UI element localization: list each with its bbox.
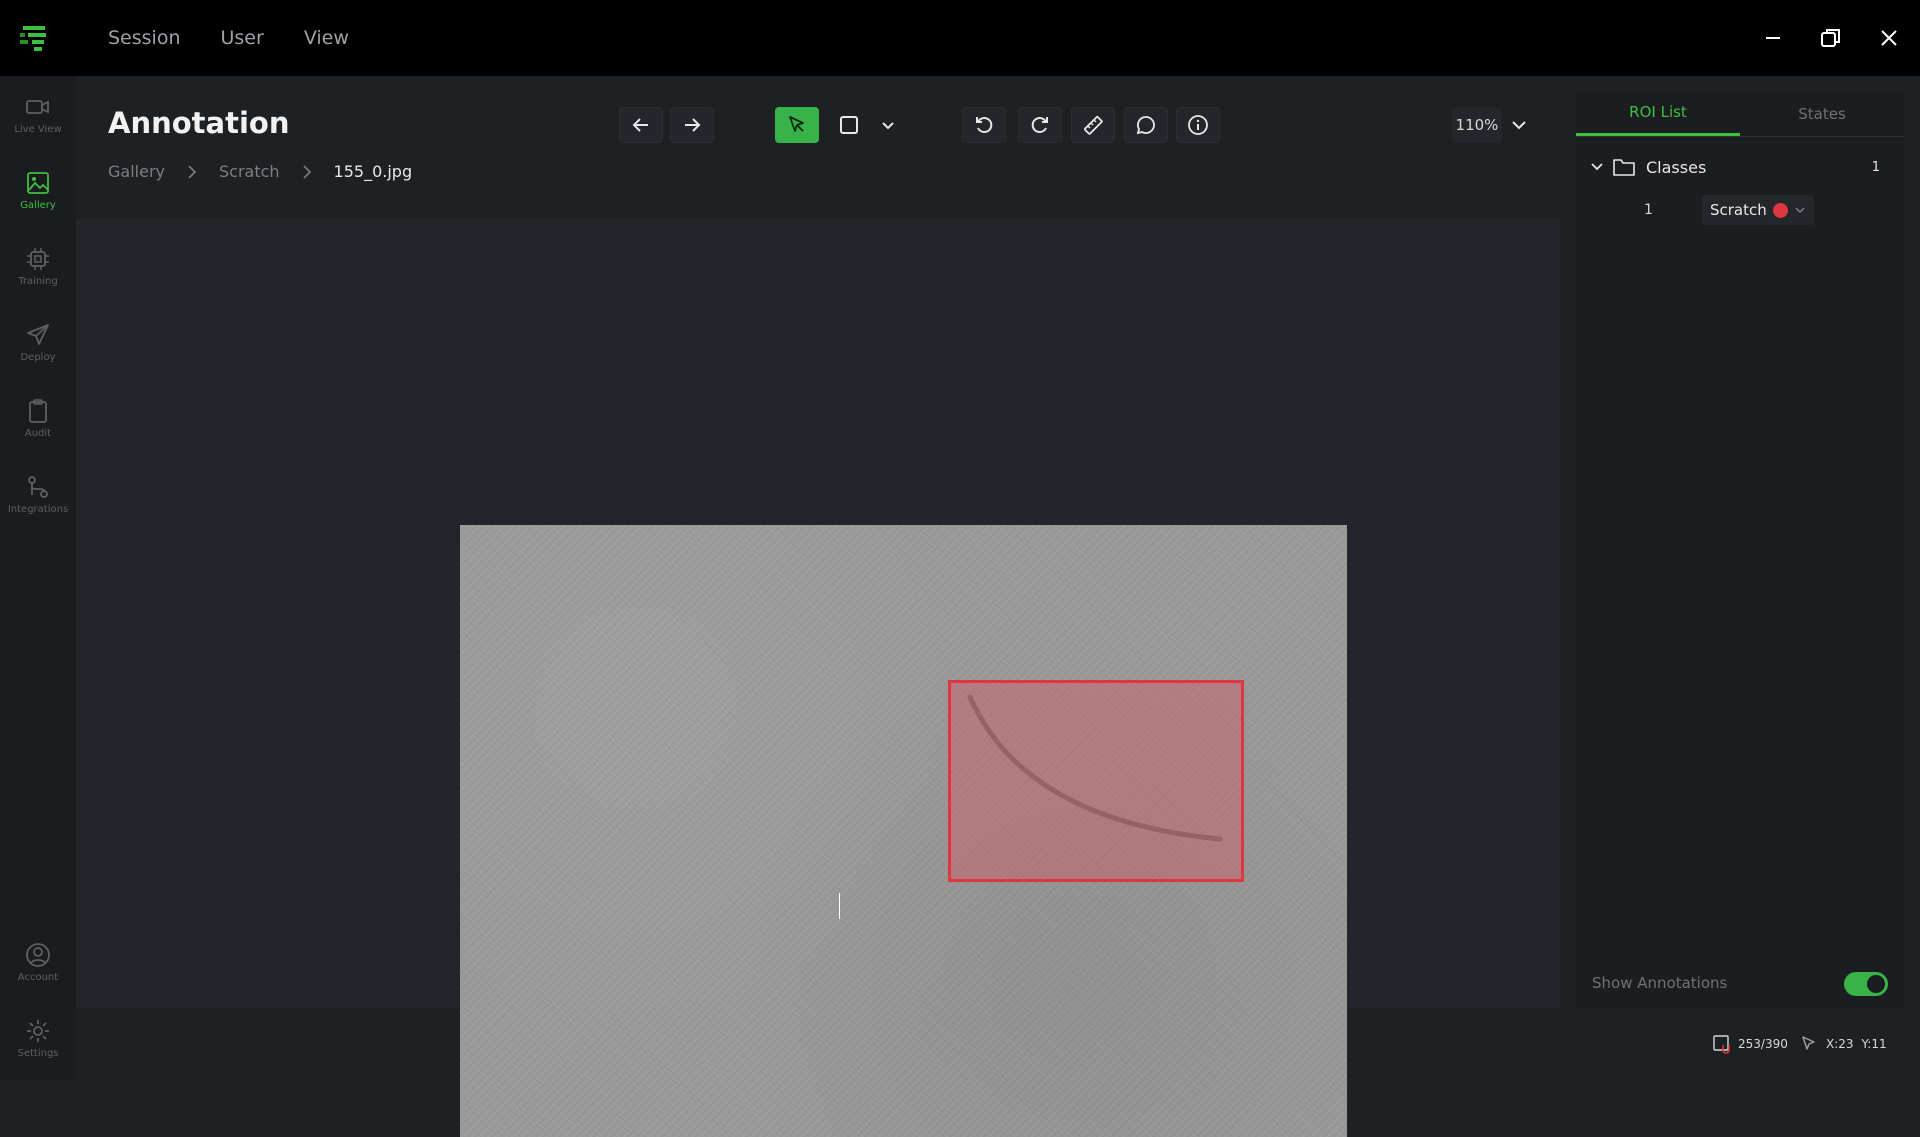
- ruler-icon: [1084, 116, 1103, 135]
- image-icon: [27, 172, 49, 194]
- video-camera-icon: [26, 100, 49, 114]
- arrow-right-icon: [685, 118, 701, 132]
- roi-bounding-box[interactable]: [948, 680, 1244, 882]
- comment-icon: [1136, 116, 1155, 135]
- roi-class-select[interactable]: Scratch: [1702, 195, 1814, 225]
- zoom-dropdown[interactable]: [1504, 107, 1534, 143]
- sidebar-item-label: Live View: [14, 124, 62, 135]
- redo-button[interactable]: [1018, 107, 1062, 143]
- annotated-image[interactable]: [460, 525, 1347, 1137]
- sidebar-item-settings[interactable]: Settings: [0, 1018, 76, 1080]
- measure-button[interactable]: [1071, 107, 1115, 143]
- tab-states[interactable]: States: [1740, 91, 1904, 136]
- app-logo-icon: [20, 22, 52, 56]
- chevron-down-icon: [1795, 207, 1805, 214]
- classes-count: 1: [1871, 159, 1880, 175]
- annotation-canvas[interactable]: [76, 218, 1560, 1137]
- chevron-down-icon: [882, 122, 894, 130]
- image-counter-value: 253/390: [1738, 1037, 1788, 1051]
- cursor-x: X:23: [1826, 1037, 1854, 1051]
- roi-list-item[interactable]: 1 Scratch: [1644, 195, 1884, 225]
- sidebar: Live View Gallery Training Deploy Audit …: [0, 76, 76, 1080]
- chevron-right-icon: [188, 164, 197, 179]
- classes-label: Classes: [1646, 157, 1707, 177]
- sidebar-item-label: Audit: [24, 428, 52, 439]
- breadcrumb-current-file: 155_0.jpg: [333, 162, 413, 181]
- arrow-left-icon: [632, 118, 648, 132]
- previous-image-button[interactable]: [619, 107, 663, 143]
- classes-group[interactable]: Classes 1: [1590, 153, 1890, 181]
- sidebar-item-label: Gallery: [20, 200, 56, 211]
- sidebar-item-audit[interactable]: Audit: [0, 398, 76, 460]
- window-controls: [1762, 0, 1900, 76]
- panel-tabs: ROI List States: [1576, 91, 1904, 137]
- breadcrumb-gallery[interactable]: Gallery: [108, 162, 165, 181]
- git-branch-icon: [28, 476, 48, 498]
- chevron-down-icon: [1512, 121, 1526, 130]
- comment-button[interactable]: [1124, 107, 1168, 143]
- page-title: Annotation: [108, 106, 290, 140]
- roi-class-label: Scratch: [1710, 201, 1767, 219]
- undo-icon: [976, 117, 993, 133]
- select-tool-button[interactable]: [775, 107, 819, 143]
- sidebar-item-integrations[interactable]: Integrations: [0, 474, 76, 536]
- tab-roi-list[interactable]: ROI List: [1576, 91, 1740, 136]
- class-color-dot: [1772, 202, 1788, 218]
- cursor-y: Y:11: [1861, 1037, 1887, 1051]
- toggle-knob: [1867, 975, 1885, 993]
- cursor-coordinates: X:23 Y:11: [1800, 1034, 1887, 1054]
- title-bar: Session User View: [0, 0, 1920, 76]
- undo-button[interactable]: [962, 107, 1006, 143]
- sidebar-item-label: Integrations: [7, 504, 69, 515]
- image-unannotated-icon: [1713, 1035, 1730, 1054]
- show-annotations-label: Show Annotations: [1592, 974, 1728, 992]
- shape-tool-dropdown[interactable]: [873, 107, 903, 143]
- menu-view[interactable]: View: [304, 27, 349, 49]
- square-icon: [840, 116, 858, 134]
- rectangle-tool-button[interactable]: [834, 107, 864, 143]
- chip-icon: [27, 248, 49, 270]
- text-cursor: [839, 893, 840, 919]
- zoom-level[interactable]: 110%: [1452, 107, 1502, 143]
- clipboard-icon: [29, 399, 47, 423]
- folder-icon: [1613, 159, 1635, 176]
- cursor-icon: [789, 116, 804, 132]
- chevron-right-icon: [302, 164, 311, 179]
- roi-index: 1: [1644, 202, 1653, 218]
- sidebar-item-label: Training: [18, 276, 58, 287]
- info-icon: [1188, 115, 1208, 135]
- sidebar-item-account[interactable]: Account: [0, 942, 76, 1004]
- paper-plane-icon: [27, 324, 49, 345]
- chevron-down-icon: [1591, 163, 1603, 171]
- sidebar-item-live-view[interactable]: Live View: [0, 94, 76, 156]
- sidebar-item-label: Deploy: [20, 352, 56, 363]
- main-menu: Session User View: [108, 0, 349, 76]
- sidebar-item-training[interactable]: Training: [0, 246, 76, 308]
- redo-icon: [1031, 117, 1048, 133]
- account-icon: [26, 943, 50, 967]
- restore-icon[interactable]: [1820, 27, 1842, 49]
- close-icon[interactable]: [1878, 27, 1900, 49]
- minimize-icon[interactable]: [1762, 27, 1784, 49]
- gear-icon: [27, 1020, 49, 1042]
- info-button[interactable]: [1176, 107, 1220, 143]
- show-annotations-toggle[interactable]: [1844, 972, 1888, 996]
- sidebar-item-deploy[interactable]: Deploy: [0, 322, 76, 384]
- menu-session[interactable]: Session: [108, 27, 181, 49]
- sidebar-item-label: Settings: [17, 1048, 59, 1059]
- breadcrumb-scratch[interactable]: Scratch: [219, 162, 280, 181]
- pointer-icon: [1802, 1036, 1815, 1050]
- next-image-button[interactable]: [670, 107, 714, 143]
- menu-user[interactable]: User: [221, 27, 264, 49]
- roi-panel: ROI List States Classes 1 1 Scratch Show…: [1576, 91, 1904, 1009]
- image-counter: 253/390: [1712, 1034, 1788, 1054]
- sidebar-item-gallery[interactable]: Gallery: [0, 170, 76, 232]
- breadcrumb: Gallery Scratch 155_0.jpg: [108, 162, 412, 181]
- sidebar-item-label: Account: [17, 972, 59, 983]
